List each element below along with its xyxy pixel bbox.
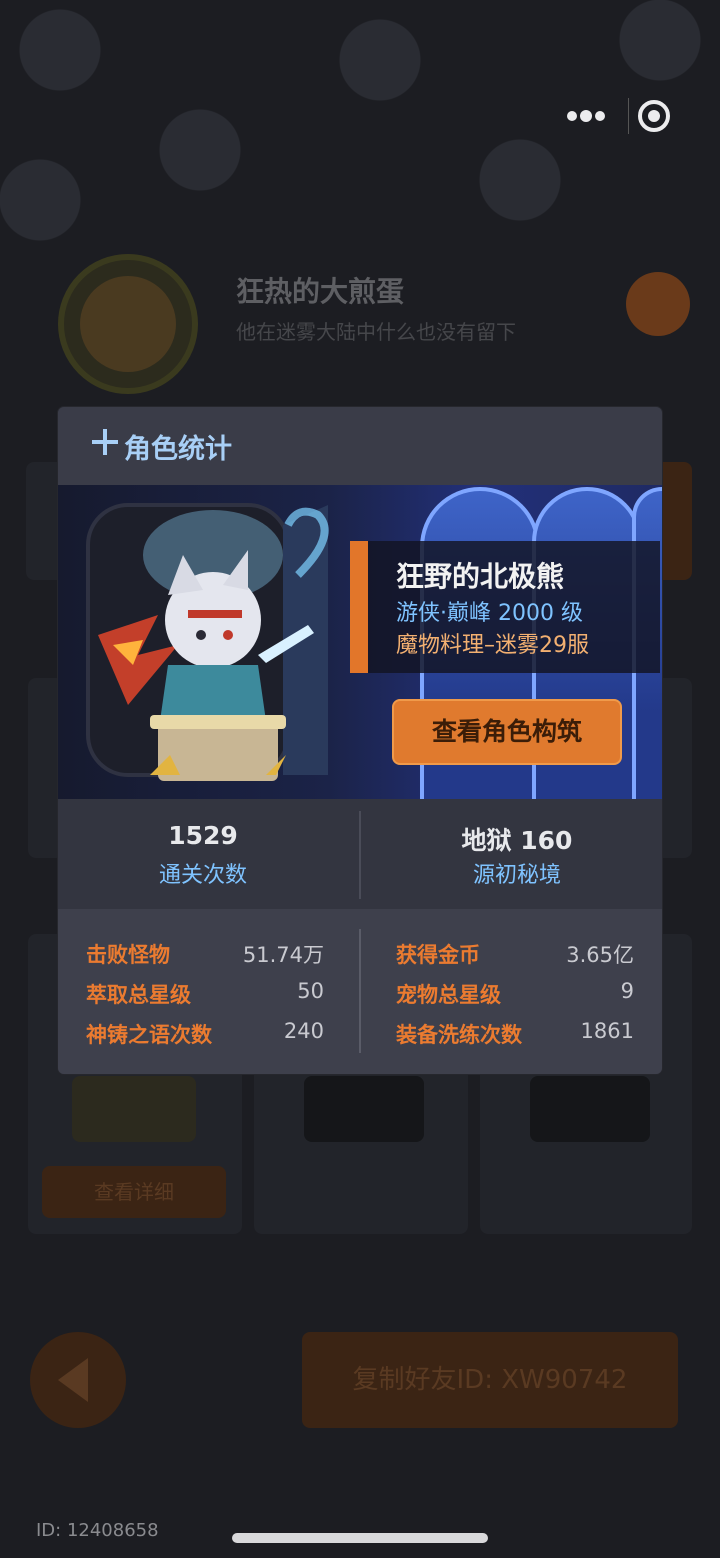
dungeon-label: 源初秘境 <box>472 863 561 888</box>
clear-count-value: 1529 <box>168 821 238 850</box>
profile-user-subtitle: 他在迷雾大陆中什么也没有留下 <box>236 320 516 344</box>
stat-label: 击败怪物 <box>86 943 170 967</box>
accent-bar <box>350 541 368 673</box>
avatar-image <box>80 276 176 372</box>
capsule-divider <box>628 98 629 134</box>
background-pattern <box>0 0 720 300</box>
stat-value: 51.74万 <box>242 943 324 967</box>
character-portrait <box>58 485 358 799</box>
background-card-image <box>304 1076 424 1142</box>
stat-label: 获得金币 <box>396 943 480 967</box>
more-dots-icon[interactable] <box>548 92 624 140</box>
gear-icon[interactable] <box>626 272 690 336</box>
stat-label: 宠物总星级 <box>396 983 501 1007</box>
summary-stats: 1529 通关次数 地狱 160 源初秘境 <box>58 799 662 909</box>
stat-value: 9 <box>620 979 634 1003</box>
modal-header: 角色统计 <box>58 407 662 485</box>
copy-friend-id-button[interactable]: 复制好友ID: XW90742 <box>302 1332 678 1428</box>
modal-title: 角色统计 <box>124 434 232 465</box>
user-id-label: ID: 12408658 <box>36 1520 159 1541</box>
view-build-button[interactable]: 查看角色构筑 <box>392 699 622 765</box>
detail-stats: 击败怪物 51.74万 萃取总星级 50 神铸之语次数 240 获得金币 3.6… <box>58 909 662 1074</box>
profile-user-name: 狂热的大煎蛋 <box>236 275 405 308</box>
stat-label: 神铸之语次数 <box>86 1023 212 1047</box>
back-button[interactable] <box>30 1332 126 1428</box>
home-indicator[interactable] <box>232 1533 488 1543</box>
character-stats-modal: 角色统计 狂野的北极熊 游侠·巅峰 2000 级 魔物料理–迷雾29服 查看角色… <box>58 407 662 1074</box>
background-card-image <box>72 1076 196 1142</box>
character-info-panel: 狂野的北极熊 游侠·巅峰 2000 级 魔物料理–迷雾29服 <box>350 541 660 673</box>
target-icon[interactable] <box>636 98 672 134</box>
dungeon-value: 地狱 160 <box>461 826 573 855</box>
character-banner: 狂野的北极熊 游侠·巅峰 2000 级 魔物料理–迷雾29服 查看角色构筑 <box>58 485 662 799</box>
stat-value: 1861 <box>580 1019 634 1043</box>
stat-value: 50 <box>297 979 324 1003</box>
character-class-level: 游侠·巅峰 2000 级 <box>396 601 583 626</box>
stat-value: 240 <box>283 1019 324 1043</box>
summary-divider <box>359 811 361 899</box>
mini-program-capsule <box>548 92 680 140</box>
stat-value: 3.65亿 <box>566 943 634 967</box>
clear-count-label: 通关次数 <box>158 863 247 888</box>
stat-label: 装备洗练次数 <box>396 1023 522 1047</box>
detail-divider <box>359 929 361 1053</box>
back-arrow-icon <box>58 1358 88 1402</box>
avatar <box>58 254 198 394</box>
plus-icon <box>92 429 118 455</box>
character-name: 狂野的北极熊 <box>396 560 565 593</box>
view-detail-button[interactable]: 查看详细 <box>42 1166 226 1218</box>
character-server: 魔物料理–迷雾29服 <box>396 633 589 658</box>
background-card-image <box>530 1076 650 1142</box>
stat-label: 萃取总星级 <box>86 983 191 1007</box>
